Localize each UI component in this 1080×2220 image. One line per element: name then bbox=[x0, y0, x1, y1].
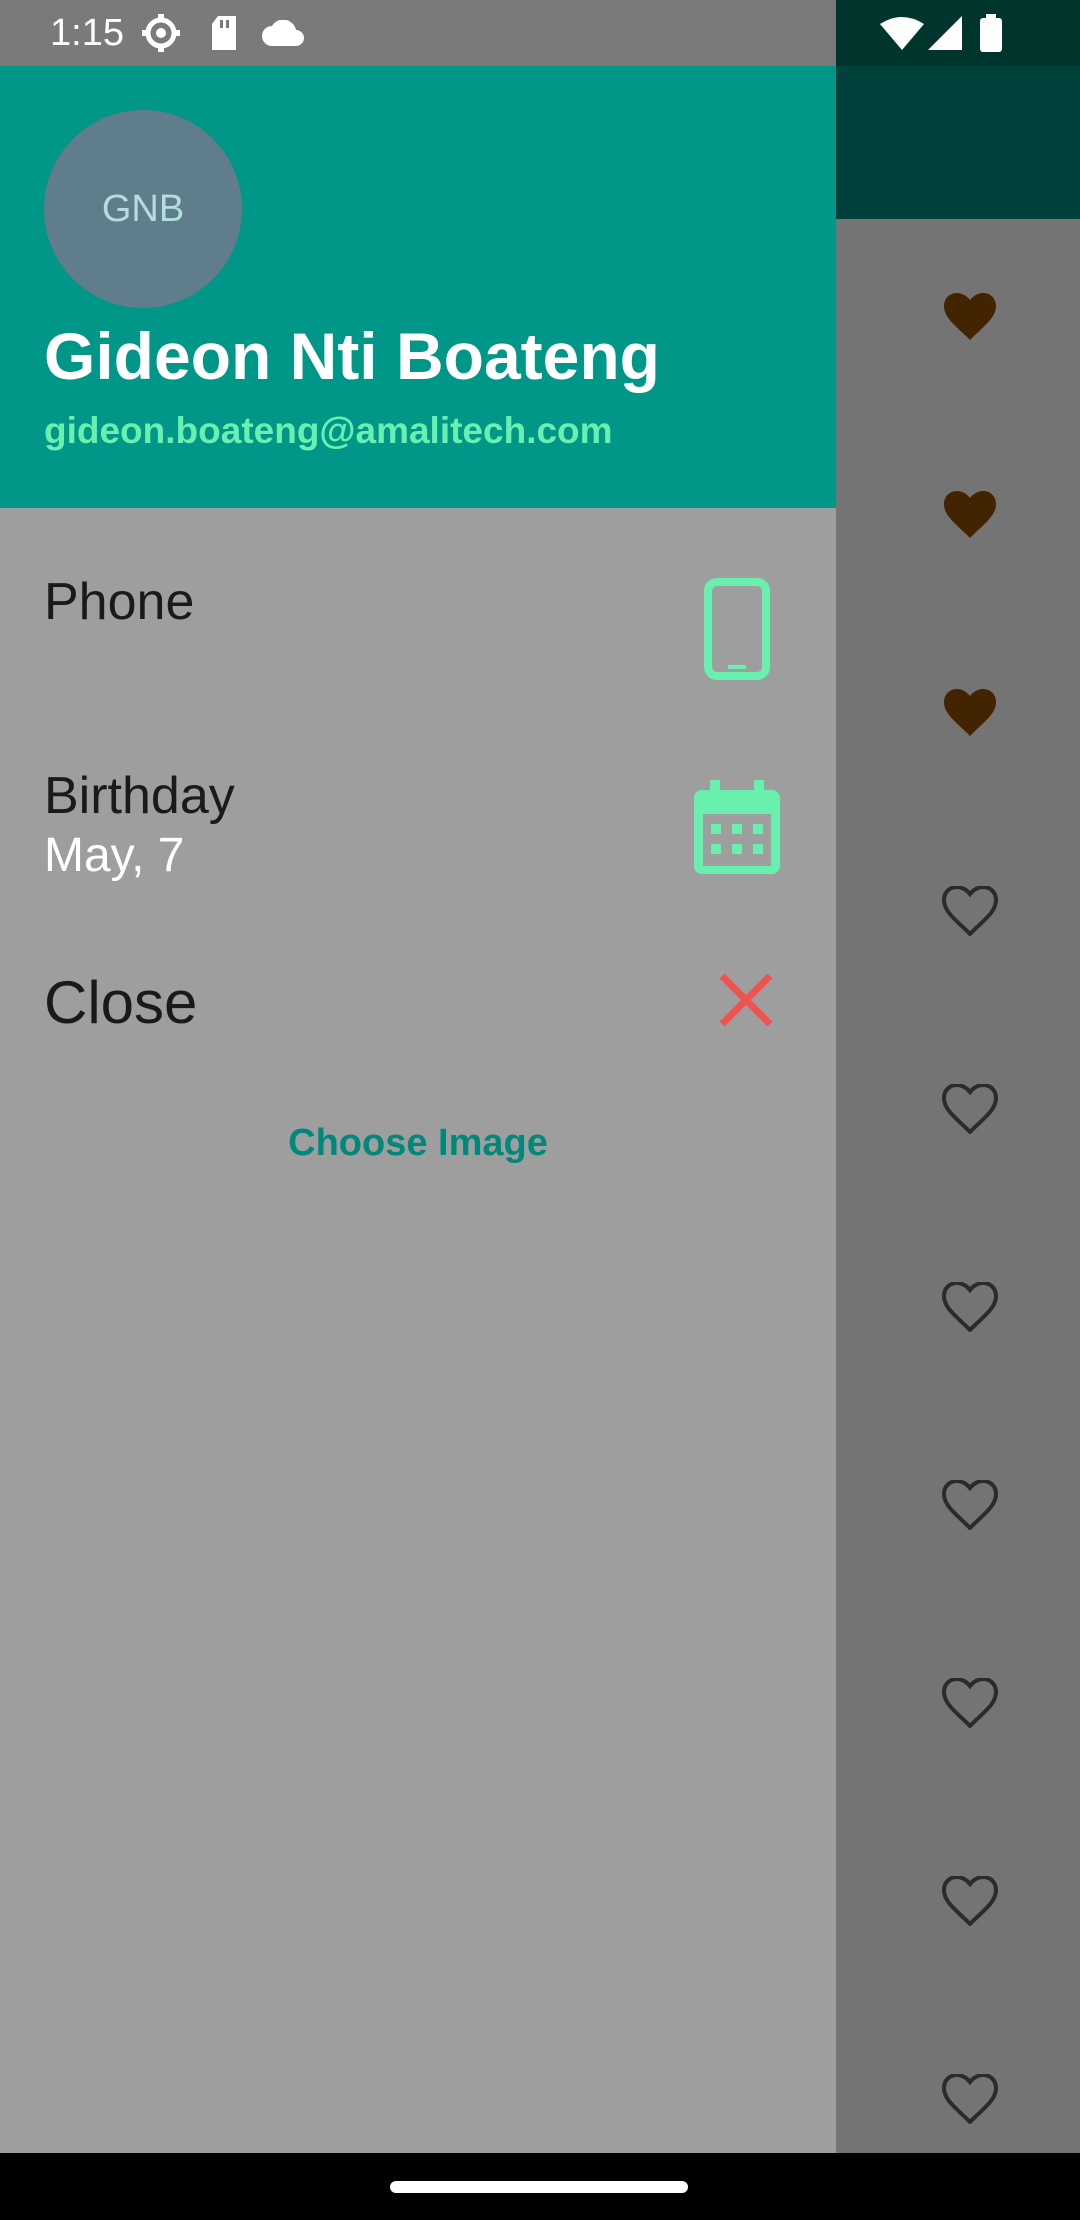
sd-card-icon bbox=[210, 16, 238, 55]
home-gesture-handle[interactable] bbox=[390, 2181, 688, 2193]
cloud-icon bbox=[262, 19, 304, 51]
close-icon bbox=[718, 972, 774, 1033]
calendar-icon bbox=[694, 780, 780, 879]
wifi-icon bbox=[880, 16, 924, 55]
battery-icon bbox=[980, 14, 1002, 57]
birthday-value: May, 7 bbox=[44, 829, 185, 882]
drawer-item-close[interactable]: Close bbox=[0, 930, 836, 1080]
user-name: Gideon Nti Boateng bbox=[44, 319, 660, 393]
drawer-item-label: Birthday bbox=[44, 767, 235, 825]
drawer-item-label: Phone bbox=[44, 573, 195, 631]
smartphone-icon bbox=[704, 578, 770, 685]
drawer-item-phone[interactable]: Phone bbox=[0, 508, 836, 698]
status-time: 1:15 bbox=[50, 12, 124, 54]
navigation-drawer: GNB Gideon Nti Boateng gideon.boateng@am… bbox=[0, 0, 836, 2153]
signal-icon bbox=[928, 16, 962, 55]
drawer-header: GNB Gideon Nti Boateng gideon.boateng@am… bbox=[0, 0, 836, 508]
drawer-item-label: Close bbox=[44, 969, 198, 1036]
user-email: gideon.boateng@amalitech.com bbox=[44, 410, 613, 451]
status-bar: 1:15 bbox=[0, 0, 1080, 66]
avatar[interactable]: GNB bbox=[44, 110, 242, 308]
drawer-item-birthday[interactable]: Birthday May, 7 bbox=[0, 698, 836, 898]
settings-icon bbox=[142, 14, 180, 57]
navigation-bar bbox=[0, 2153, 1080, 2220]
choose-image-button[interactable]: Choose Image bbox=[0, 1122, 836, 1165]
